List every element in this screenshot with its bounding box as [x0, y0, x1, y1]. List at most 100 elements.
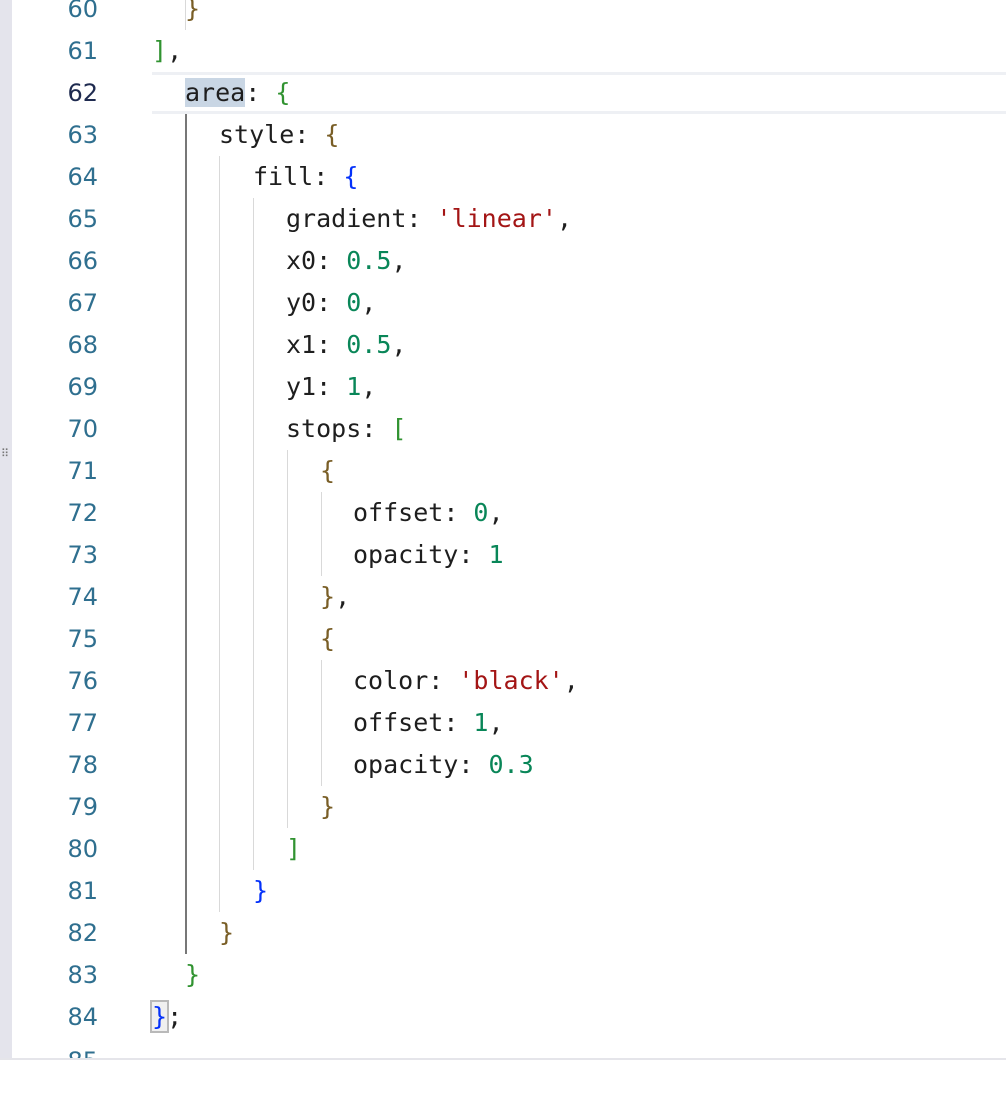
code-token: 1 — [473, 708, 489, 737]
code-text[interactable]: x0: 0.5, — [286, 240, 406, 282]
code-token: : — [294, 120, 325, 149]
code-text[interactable]: area: { — [185, 72, 290, 114]
code-line[interactable]: 77 offset: 1, — [12, 702, 1006, 744]
code-line[interactable]: 83} — [12, 954, 1006, 996]
line-number: 65 — [67, 205, 98, 233]
code-text[interactable]: style: { — [219, 114, 339, 156]
code-token: { — [320, 624, 336, 653]
editor-left-strip — [0, 0, 12, 1058]
line-number: 60 — [67, 0, 98, 23]
code-line[interactable]: 64 fill: { — [12, 156, 1006, 198]
code-token: : — [443, 708, 474, 737]
code-token: 0 — [473, 498, 489, 527]
code-text[interactable]: gradient: 'linear', — [286, 198, 572, 240]
code-line[interactable]: 72 offset: 0, — [12, 492, 1006, 534]
line-number: 84 — [67, 1003, 98, 1031]
code-line[interactable]: 84}; — [12, 996, 1006, 1038]
code-line[interactable]: 79} — [12, 786, 1006, 828]
code-line[interactable]: 71 { — [12, 450, 1006, 492]
line-number: 79 — [67, 793, 98, 821]
code-text[interactable]: } — [185, 954, 200, 996]
line-number: 68 — [67, 331, 98, 359]
code-line[interactable]: 65 gradient: 'linear', — [12, 198, 1006, 240]
code-token: } — [253, 876, 269, 905]
code-text[interactable]: opacity: 1 — [353, 534, 504, 576]
code-text[interactable]: { — [320, 618, 335, 660]
line-number: 71 — [67, 457, 98, 485]
code-text[interactable]: } — [253, 870, 268, 912]
code-line[interactable]: 63 style: { — [12, 114, 1006, 156]
code-line[interactable]: 67 y0: 0, — [12, 282, 1006, 324]
code-token: 1 — [346, 372, 362, 401]
code-token: offset — [353, 498, 444, 527]
code-token: ; — [167, 1002, 183, 1031]
line-number: 73 — [67, 541, 98, 569]
code-text[interactable]: } — [219, 912, 234, 954]
code-text[interactable]: ] — [286, 828, 301, 870]
code-token: , — [361, 372, 377, 401]
code-token: } — [185, 0, 201, 23]
code-token: ] — [152, 36, 168, 65]
code-line[interactable]: 60} — [12, 0, 1006, 30]
line-number: 70 — [67, 415, 98, 443]
code-line[interactable]: 69 y1: 1, — [12, 366, 1006, 408]
code-token: y1 — [286, 372, 317, 401]
code-editor[interactable]: ⠿ 60} 61], 62 area: {63 style: {64 fill: {65 g… — [0, 0, 1006, 1058]
code-text[interactable]: y1: 1, — [286, 366, 376, 408]
code-text[interactable]: color: 'black', — [353, 660, 579, 702]
code-token: , — [167, 36, 183, 65]
code-token: 'black' — [458, 666, 564, 695]
code-token: 'linear' — [436, 204, 557, 233]
code-line[interactable]: 62 area: { — [12, 72, 1006, 114]
line-number: 80 — [67, 835, 98, 863]
code-text[interactable]: y0: 0, — [286, 282, 376, 324]
code-line[interactable]: 75 { — [12, 618, 1006, 660]
code-token: } — [149, 1000, 170, 1033]
code-line[interactable]: 78 opacity: 0.3 — [12, 744, 1006, 786]
code-text[interactable]: ], — [152, 30, 182, 72]
code-text[interactable]: fill: { — [253, 156, 358, 198]
code-line[interactable]: 81} — [12, 870, 1006, 912]
code-token: 1 — [488, 540, 504, 569]
code-line-partial: 85 — [12, 1040, 1006, 1058]
line-number: 64 — [67, 163, 98, 191]
code-line[interactable]: 82} — [12, 912, 1006, 954]
code-token: : — [316, 288, 347, 317]
code-line[interactable]: 76 color: 'black', — [12, 660, 1006, 702]
code-token: : — [428, 666, 459, 695]
code-text[interactable]: offset: 1, — [353, 702, 504, 744]
line-number: 76 — [67, 667, 98, 695]
code-token: : — [313, 162, 344, 191]
code-token: fill — [253, 162, 314, 191]
code-line[interactable]: 68 x1: 0.5, — [12, 324, 1006, 366]
code-token: opacity — [353, 540, 459, 569]
code-text[interactable]: x1: 0.5, — [286, 324, 406, 366]
code-text[interactable]: offset: 0, — [353, 492, 504, 534]
code-token: , — [488, 708, 504, 737]
code-token: ] — [286, 834, 302, 863]
code-text[interactable]: }, — [320, 576, 350, 618]
code-token: : — [245, 78, 276, 107]
line-number: 61 — [67, 37, 98, 65]
code-token: 0.5 — [346, 246, 392, 275]
code-line[interactable]: 61], — [12, 30, 1006, 72]
line-number: 77 — [67, 709, 98, 737]
code-text[interactable]: } — [185, 0, 200, 30]
code-token: gradient — [286, 204, 407, 233]
code-text[interactable]: stops: [ — [286, 408, 406, 450]
line-number: 83 — [67, 961, 98, 989]
code-line[interactable]: 74}, — [12, 576, 1006, 618]
line-number: 74 — [67, 583, 98, 611]
code-text[interactable]: { — [320, 450, 335, 492]
code-text[interactable]: } — [320, 786, 335, 828]
editor-bottom-border — [0, 1058, 1006, 1060]
code-text[interactable]: }; — [149, 996, 183, 1038]
code-line[interactable]: 70 stops: [ — [12, 408, 1006, 450]
code-line[interactable]: 73 opacity: 1 — [12, 534, 1006, 576]
code-text[interactable]: opacity: 0.3 — [353, 744, 534, 786]
line-number: 82 — [67, 919, 98, 947]
code-line[interactable]: 80] — [12, 828, 1006, 870]
code-token: : — [443, 498, 474, 527]
code-line[interactable]: 66 x0: 0.5, — [12, 240, 1006, 282]
code-token: } — [185, 960, 201, 989]
